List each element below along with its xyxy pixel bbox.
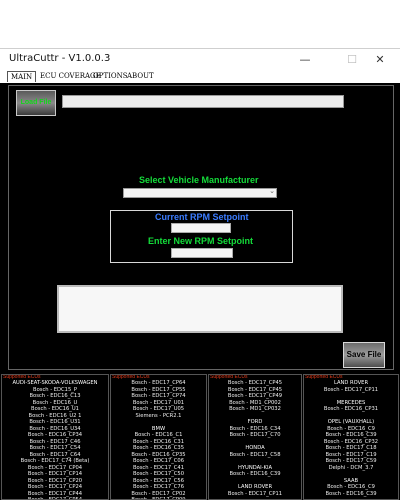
minimize-button[interactable]: —: [292, 51, 318, 69]
manufacturer-select[interactable]: ⌄: [123, 188, 277, 198]
main-panel: Load File Select Vehicle Manufacturer ⌄ …: [8, 85, 394, 370]
file-path-field[interactable]: [62, 95, 344, 108]
ecu-column-4: Supported ECUs LAND ROVER Bosch - EDC17_C…: [303, 374, 399, 500]
menu-bar: MAIN ECU COVERAGE OPTIONS ABOUT: [0, 70, 400, 83]
window-title: UltraCuttr - V1.0.0.3: [9, 53, 111, 64]
current-rpm-field: [171, 223, 231, 233]
log-output: [57, 285, 343, 333]
maximize-button[interactable]: ☐: [339, 51, 365, 69]
menu-about[interactable]: ABOUT: [124, 71, 157, 82]
app-window: UltraCuttr - V1.0.0.3 — ☐ ✕ MAIN ECU COV…: [0, 48, 400, 500]
ecu-list-item: Bosch - EDC17_CP11: [227, 490, 283, 497]
close-button[interactable]: ✕: [367, 51, 393, 69]
manufacturer-label: Select Vehicle Manufacturer: [139, 175, 259, 185]
chevron-down-icon: ⌄: [269, 188, 275, 195]
new-rpm-label: Enter New RPM Setpoint: [148, 236, 254, 246]
new-rpm-input[interactable]: [171, 248, 233, 258]
ecu-column-1: Supported ECUs AUDI-SEAT-SKODA-VOLKSWAGE…: [1, 374, 109, 500]
save-file-button[interactable]: Save File: [343, 342, 385, 368]
menu-main[interactable]: MAIN: [7, 71, 37, 82]
ecu-list-item: AUDI-SEAT-SKODA-VOLKSWAGEN: [12, 380, 98, 386]
ecu-column-3: Supported ECUs Bosch - EDC17_CP45 Bosch -…: [208, 374, 302, 500]
load-file-button[interactable]: Load File: [16, 90, 56, 116]
ecu-column-2: Supported ECUs Bosch - EDC17_CP64 Bosch -…: [110, 374, 207, 500]
rpm-group: Current RPM Setpoint Enter New RPM Setpo…: [110, 210, 293, 263]
current-rpm-label: Current RPM Setpoint: [155, 212, 249, 222]
title-bar: UltraCuttr - V1.0.0.3 — ☐ ✕: [0, 48, 400, 70]
supported-ecus-area: Supported ECUs AUDI-SEAT-SKODA-VOLKSWAGE…: [0, 374, 400, 500]
ecu-list-item: Bosch - EDC16_C39: [325, 490, 377, 497]
